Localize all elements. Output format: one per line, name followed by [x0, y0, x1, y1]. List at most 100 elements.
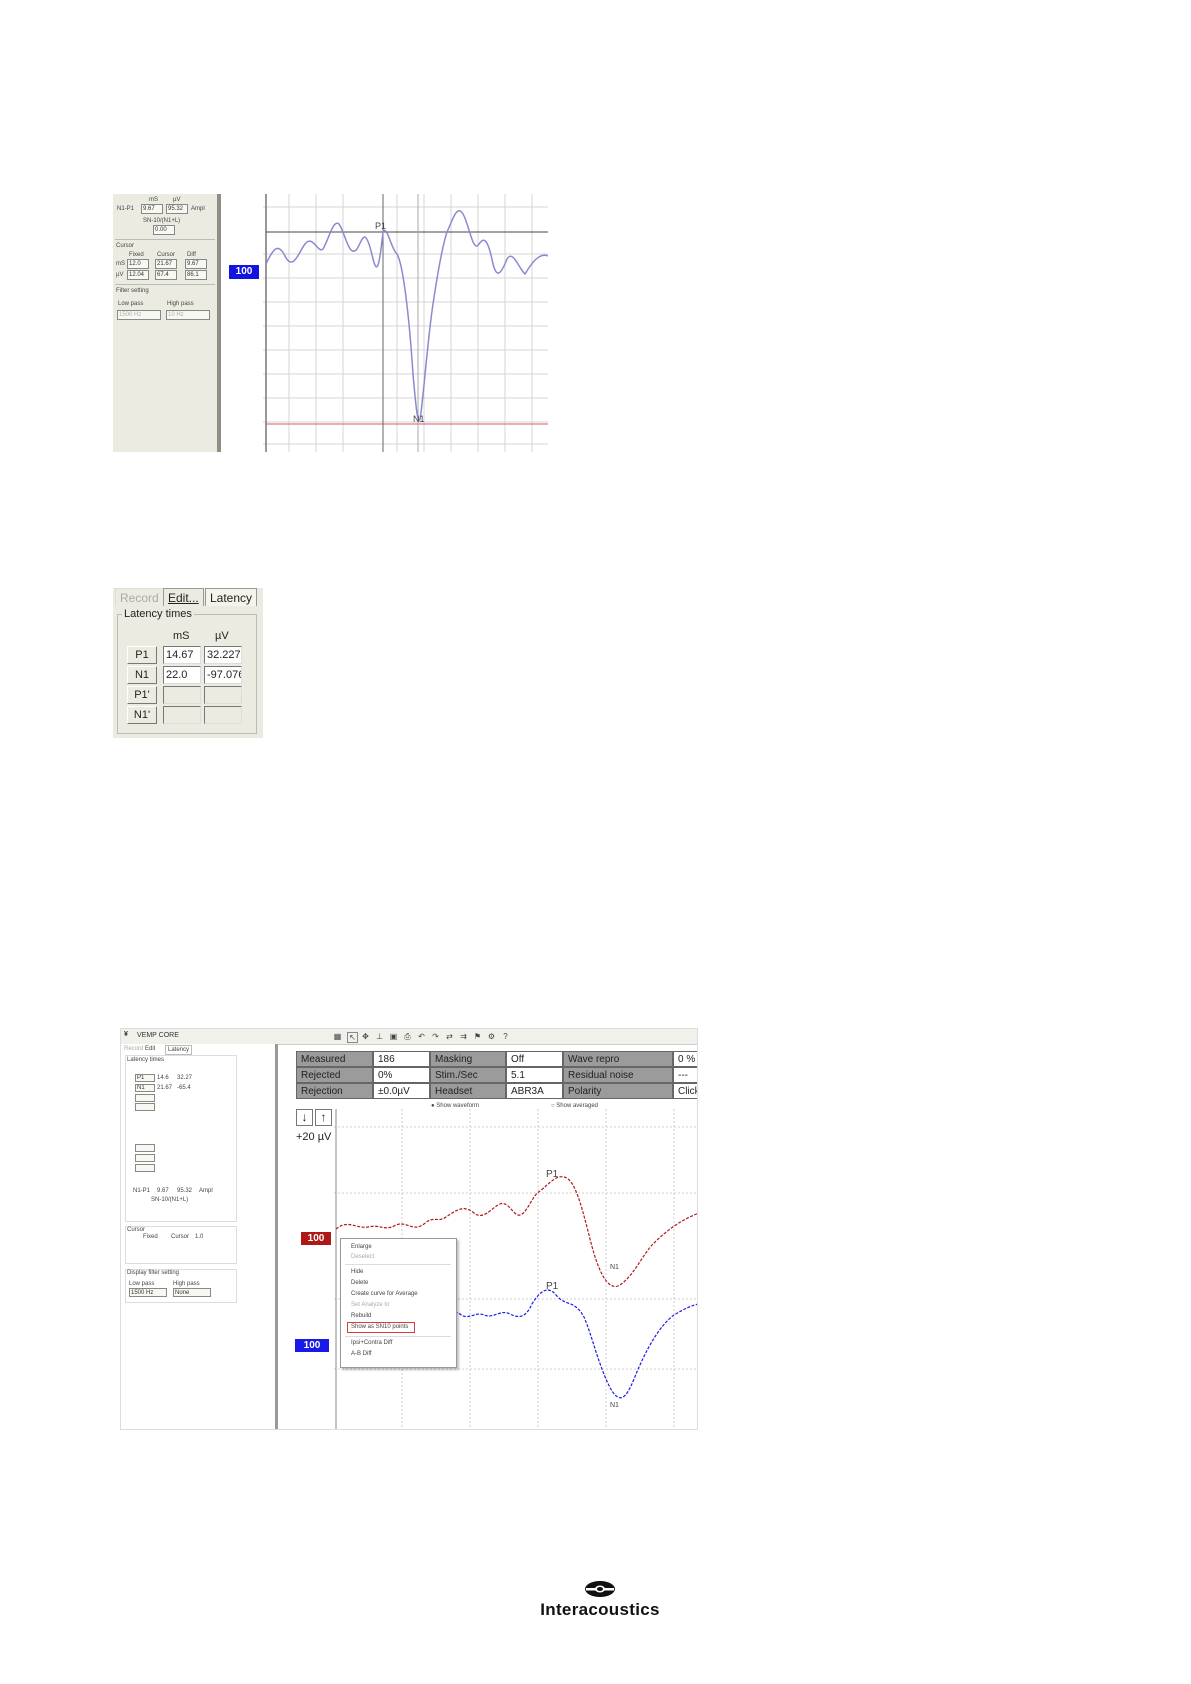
menu-item-delete[interactable]: Delete [351, 1280, 368, 1286]
tab-record[interactable]: Record [124, 1045, 143, 1053]
extra-button-3[interactable] [135, 1164, 155, 1172]
print-icon[interactable]: ⎙ [403, 1032, 412, 1041]
help-icon[interactable]: ? [501, 1032, 510, 1041]
status-label: Rejection [296, 1083, 373, 1099]
n1-prime-button[interactable]: N1' [127, 706, 157, 724]
scale-down-button[interactable]: ↓ [296, 1109, 313, 1126]
status-value: Off [506, 1051, 563, 1067]
menu-item-rebuild[interactable]: Rebuild [351, 1313, 371, 1319]
n1-prime-button[interactable] [135, 1103, 155, 1111]
ratio-row-ampl: Ampl [199, 1188, 213, 1194]
menu-item-deselect[interactable]: Deselect [351, 1254, 374, 1260]
measurement-panel: mS µV N1-P1 9.67 95.32 Ampl SN-10/(N1+L)… [113, 194, 221, 452]
cursor-ms-fixed[interactable]: 12.0 [127, 259, 149, 269]
cursor-ms-label: mS [116, 261, 125, 267]
marker-icon[interactable]: ✥ [361, 1032, 370, 1041]
n1-button[interactable]: N1 [135, 1084, 155, 1092]
cursor-value: 1.0 [195, 1234, 204, 1240]
p1-marker[interactable]: P1 [375, 221, 386, 231]
context-menu: Enlarge Deselect Hide Delete Create curv… [340, 1238, 457, 1368]
menu-item-show-sn10[interactable]: Show as SN10 points [351, 1324, 408, 1330]
cursor-icon[interactable]: ↖ [347, 1032, 358, 1043]
n1-button[interactable]: N1 [127, 666, 157, 684]
menu-item-create-curve[interactable]: Create curve for Average [351, 1291, 418, 1297]
extra-button-1[interactable] [135, 1144, 155, 1152]
merge-icon[interactable]: ⇉ [459, 1032, 468, 1041]
n1-ms-field[interactable]: 22.0 [163, 666, 201, 684]
high-pass-label: High pass [167, 301, 194, 307]
blue-waveform [433, 1289, 697, 1399]
high-pass-select[interactable]: None [173, 1288, 211, 1297]
scale-up-button[interactable]: ↑ [315, 1109, 332, 1126]
high-pass-label: High pass [173, 1281, 200, 1287]
menu-separator [345, 1264, 451, 1265]
status-value: 186 [373, 1051, 430, 1067]
figure-1: mS µV N1-P1 9.67 95.32 Ampl SN-10/(N1+L)… [113, 194, 548, 452]
ratio-label: SN-10/(N1+L) [151, 1197, 189, 1203]
high-pass-select[interactable]: 10 Hz [166, 310, 210, 320]
menu-item-a-b-diff[interactable]: A-B Diff [351, 1351, 372, 1357]
n1-uv-field[interactable]: -97.076 [204, 666, 242, 684]
ruler-icon[interactable]: ⊥ [375, 1032, 384, 1041]
status-label: Headset [430, 1083, 506, 1099]
peak-uv-field[interactable]: 95.32 [166, 204, 188, 214]
split-icon[interactable]: ⇄ [445, 1032, 454, 1041]
waveform-plot[interactable]: P1 N1 [263, 194, 548, 452]
n1-marker-red[interactable]: N1 [610, 1264, 619, 1271]
peak-ms-field[interactable]: 9.67 [141, 204, 163, 214]
col-ms-header: mS [173, 630, 190, 642]
peak-row-label: N1-P1 [117, 206, 135, 212]
menu-item-ipsi-contra-diff[interactable]: Ipsi+Contra Diff [351, 1340, 392, 1346]
channel-label-blue[interactable]: 100 [295, 1339, 329, 1352]
flag-icon[interactable]: ⚑ [473, 1032, 482, 1041]
tab-record[interactable]: Record [115, 588, 164, 606]
app-title: VEMP CORE [137, 1032, 179, 1039]
low-pass-label: Low pass [129, 1281, 155, 1287]
low-pass-select[interactable]: 1500 Hz [129, 1288, 167, 1297]
p1-prime-button[interactable] [135, 1094, 155, 1102]
ratio-field[interactable]: 0.00 [153, 225, 175, 235]
footer-logo: Interacoustics [520, 1580, 680, 1620]
cursor-ms-diff[interactable]: 9.67 [185, 259, 207, 269]
cursor-uv-fixed[interactable]: 12.04 [127, 270, 149, 280]
tab-latency[interactable]: Latency [205, 588, 258, 606]
p1-prime-ms-field[interactable] [163, 686, 201, 704]
latency-title: Latency times [127, 1057, 165, 1063]
p1-button[interactable]: P1 [135, 1074, 155, 1082]
p1-prime-button[interactable]: P1' [127, 686, 157, 704]
p1-marker-blue[interactable]: P1 [546, 1281, 559, 1292]
n1-marker[interactable]: N1 [413, 414, 425, 424]
p1-button[interactable]: P1 [127, 646, 157, 664]
col-ms-label: mS [149, 197, 158, 203]
channel-label-blue[interactable]: 100 [229, 265, 259, 279]
cursor-uv-cursor[interactable]: 67.4 [155, 270, 177, 280]
n1-prime-ms-field[interactable] [163, 706, 201, 724]
low-pass-select[interactable]: 1500 Hz [117, 310, 161, 320]
save-icon[interactable]: ▣ [389, 1032, 398, 1041]
cursor-ms-cursor[interactable]: 21.67 [155, 259, 177, 269]
menu-item-hide[interactable]: Hide [351, 1269, 363, 1275]
undo-icon[interactable]: ↶ [417, 1032, 426, 1041]
tab-latency[interactable]: Latency [165, 1045, 193, 1055]
tab-edit[interactable]: Edit [145, 1045, 155, 1053]
n1-prime-uv-field[interactable] [204, 706, 242, 724]
menu-item-enlarge[interactable]: Enlarge [351, 1244, 372, 1250]
cursor-uv-diff[interactable]: 86.1 [185, 270, 207, 280]
n1-marker-blue[interactable]: N1 [610, 1402, 619, 1409]
status-value: 0% [373, 1067, 430, 1083]
toolbar: ¥ VEMP CORE ▦ ↖ ✥ ⊥ ▣ ⎙ ↶ ↷ ⇄ ⇉ ⚑ ⚙ ? [121, 1029, 697, 1045]
p1-uv-field[interactable]: 32.227 [204, 646, 242, 664]
tab-edit[interactable]: Edit... [163, 588, 204, 606]
p1-ms-field[interactable]: 14.67 [163, 646, 201, 664]
cursor-fixed-label: Fixed [143, 1234, 158, 1240]
status-label: Residual noise [563, 1067, 673, 1083]
settings-icon[interactable]: ⚙ [487, 1032, 496, 1041]
p1-prime-uv-field[interactable] [204, 686, 242, 704]
channel-label-red[interactable]: 100 [301, 1232, 331, 1245]
redo-icon[interactable]: ↷ [431, 1032, 440, 1041]
grid-icon[interactable]: ▦ [333, 1032, 342, 1041]
menu-item-set-analyze[interactable]: Set Analyze to [351, 1302, 389, 1308]
extra-button-2[interactable] [135, 1154, 155, 1162]
p1-marker-red[interactable]: P1 [546, 1169, 559, 1180]
low-pass-label: Low pass [118, 301, 144, 307]
